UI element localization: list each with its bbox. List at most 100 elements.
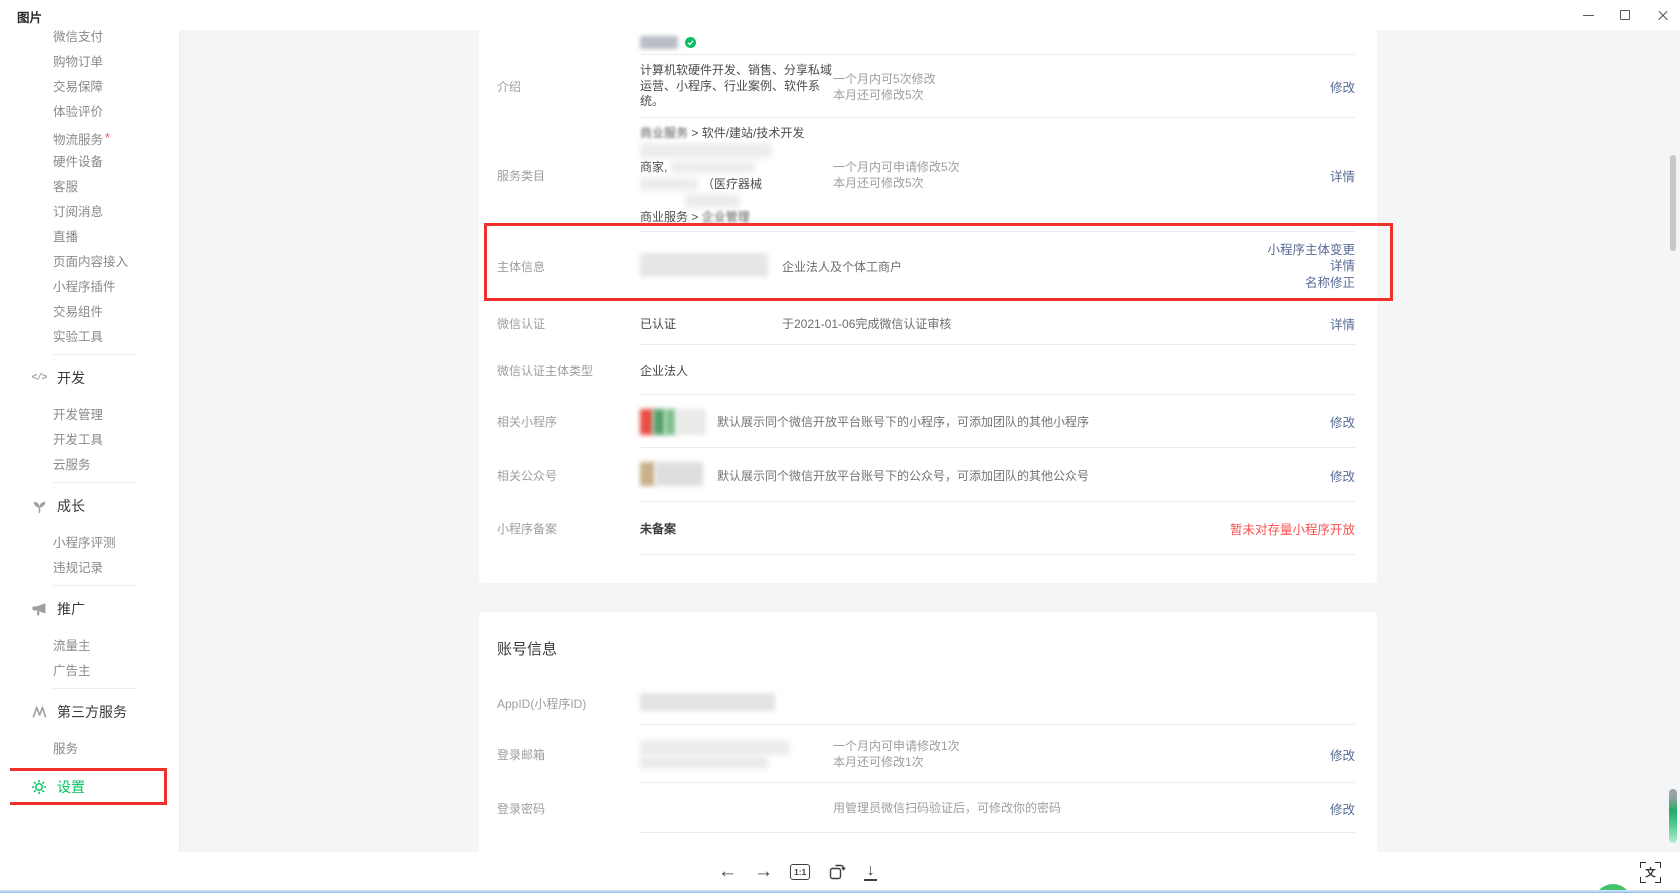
scrollbar-thumb[interactable] [1670, 155, 1676, 251]
image-viewer-window: 图片 微信支付购物订单交易保障体验评价物流服务*硬件设备客服订阅消息直播页面内容… [0, 0, 1680, 893]
sidebar-item-广告主[interactable]: 广告主 [10, 659, 179, 684]
sidebar-item-服务[interactable]: 服务 [10, 737, 179, 762]
category-blur-1 [640, 143, 772, 158]
verify-detail-link[interactable]: 详情 [1330, 314, 1355, 333]
sidebar-item-推广[interactable]: 推广 [10, 594, 179, 624]
sidebar-item-微信支付[interactable]: 微信支付 [10, 30, 179, 50]
sidebar-item-开发[interactable]: </> 开发 [10, 363, 179, 393]
sidebar-item-label: 云服务 [53, 458, 91, 472]
related-official-row: 相关公众号 默认展示同个微信开放平台账号下的公众号，可添加团队的其他公众号 修改 [479, 448, 1377, 502]
login-email-row: 登录邮箱 一个月内可申请修改1次 本月还可修改1次 修改 [479, 725, 1377, 783]
sidebar-section-label: 推广 [57, 599, 85, 619]
category-detail-link[interactable]: 详情 [1330, 166, 1355, 185]
sprout-icon [31, 498, 47, 514]
filing-warn-link[interactable]: 暂未对存量小程序开放 [1230, 519, 1355, 538]
password-desc: 用管理员微信扫码验证后，可修改你的密码 [833, 800, 1061, 816]
intro-modify-link[interactable]: 修改 [1330, 77, 1355, 96]
settings-card: 介绍 计算机软硬件开发、销售、分享私域 运营、小程序、行业案例、软件系 统。 一… [479, 30, 1377, 583]
extract-text-icon[interactable]: 文 [1640, 862, 1661, 883]
sidebar-item-硬件设备[interactable]: 硬件设备 [10, 150, 179, 175]
filing-status: 未备案 [640, 520, 833, 537]
sidebar-item-设置[interactable]: 设置 [10, 768, 167, 805]
rotate-button[interactable] [827, 862, 847, 882]
sidebar-item-小程序评测[interactable]: 小程序评测 [10, 531, 179, 556]
sidebar-item-label: 广告主 [53, 664, 91, 678]
service-category-row: 服务类目 商业服务 > 软件/建站/技术开发 商家, （医疗器械 商业服务 > … [479, 118, 1377, 232]
intro-value: 计算机软硬件开发、销售、分享私域 运营、小程序、行业案例、软件系 统。 [640, 63, 833, 110]
close-button[interactable] [1656, 8, 1670, 22]
sidebar-item-体验评价[interactable]: 体验评价 [10, 100, 179, 125]
sidebar-item-label: 实验工具 [53, 330, 103, 344]
sidebar-divider [53, 688, 137, 689]
sidebar-item-直播[interactable]: 直播 [10, 225, 179, 250]
login-password-row: 登录密码 用管理员微信扫码验证后，可修改你的密码 修改 [479, 783, 1377, 833]
sidebar-item-订阅消息[interactable]: 订阅消息 [10, 200, 179, 225]
sidebar-item-交易组件[interactable]: 交易组件 [10, 300, 179, 325]
sidebar-item-开发管理[interactable]: 开发管理 [10, 403, 179, 428]
sidebar-item-小程序插件[interactable]: 小程序插件 [10, 275, 179, 300]
sidebar-item-label: 流量主 [53, 639, 91, 653]
next-image-button[interactable]: → [754, 862, 773, 882]
minimize-button[interactable] [1582, 8, 1596, 22]
console-sidebar: 微信支付购物订单交易保障体验评价物流服务*硬件设备客服订阅消息直播页面内容接入小… [10, 30, 180, 852]
sidebar-item-label: 硬件设备 [53, 155, 103, 169]
password-modify-link[interactable]: 修改 [1330, 799, 1355, 818]
scrollbar-green-indicator[interactable] [1669, 789, 1677, 843]
sidebar-item-label: 交易保障 [53, 80, 103, 94]
previous-image-button[interactable]: ← [718, 862, 737, 882]
subject-detail-link[interactable]: 详情 [1267, 258, 1355, 275]
sidebar-item-客服[interactable]: 客服 [10, 175, 179, 200]
sidebar-item-流量主[interactable]: 流量主 [10, 634, 179, 659]
verify-type-row: 微信认证主体类型 企业法人 [479, 345, 1377, 395]
sidebar-item-购物订单[interactable]: 购物订单 [10, 50, 179, 75]
sidebar-item-交易保障[interactable]: 交易保障 [10, 75, 179, 100]
sidebar-item-label: 微信支付 [53, 30, 103, 44]
subject-change-link[interactable]: 小程序主体变更 [1267, 242, 1355, 259]
sidebar-item-label: 小程序插件 [53, 280, 116, 294]
intro-label: 介绍 [497, 78, 640, 95]
sidebar-section-label: 开发 [57, 368, 85, 388]
account-name-row [479, 30, 1377, 55]
sidebar-item-违规记录[interactable]: 违规记录 [10, 556, 179, 581]
email-modify-link[interactable]: 修改 [1330, 745, 1355, 764]
subject-info-row: 主体信息 企业法人及个体工商户 小程序主体变更 详情 名称修正 [479, 232, 1377, 301]
rotate-icon [827, 862, 847, 882]
window-controls [1582, 0, 1670, 30]
account-card: 账号信息 AppID(小程序ID) 登录邮箱 一个月内可申请修改1次 本月还可修… [479, 612, 1377, 852]
sidebar-item-页面内容接入[interactable]: 页面内容接入 [10, 250, 179, 275]
intro-note: 一个月内可5次修改 本月还可修改5次 [833, 71, 936, 103]
subject-label: 主体信息 [497, 258, 640, 275]
wechat-verify-row: 微信认证 已认证 于2021-01-06完成微信认证审核 详情 [479, 301, 1377, 345]
actual-size-button[interactable]: 1:1 [790, 864, 810, 880]
sidebar-divider [53, 482, 137, 483]
sidebar-item-实验工具[interactable]: 实验工具 [10, 325, 179, 350]
megaphone-icon [31, 601, 47, 617]
related-mp-logo-blurred [640, 409, 717, 435]
sidebar-item-开发工具[interactable]: 开发工具 [10, 428, 179, 453]
sidebar-section-label: 第三方服务 [57, 702, 127, 722]
category-value: 商业服务 > 软件/建站/技术开发 商家, （医疗器械 商业服务 > 企业管理 [640, 125, 833, 226]
sidebar-item-物流服务[interactable]: 物流服务* [10, 125, 179, 150]
sidebar-item-云服务[interactable]: 云服务 [10, 453, 179, 478]
category-label: 服务类目 [497, 167, 640, 184]
viewer-toolbar: ← → 1:1 ↓ [718, 856, 877, 888]
code-icon: </> [31, 370, 47, 386]
related-mp-modify-link[interactable]: 修改 [1330, 412, 1355, 431]
related-oa-desc: 默认展示同个微信开放平台账号下的公众号，可添加团队的其他公众号 [717, 467, 1089, 484]
subject-name-fix-link[interactable]: 名称修正 [1267, 275, 1355, 292]
verify-type-label: 微信认证主体类型 [497, 362, 640, 379]
sidebar-item-第三方服务[interactable]: 第三方服务 [10, 697, 179, 727]
password-label: 登录密码 [497, 800, 640, 817]
sidebar-item-label: 页面内容接入 [53, 255, 128, 269]
appid-label: AppID(小程序ID) [497, 695, 640, 712]
filing-label: 小程序备案 [497, 520, 640, 537]
sidebar-section-label: 成长 [57, 496, 85, 516]
gear-icon [31, 779, 47, 795]
sidebar-item-成长[interactable]: 成长 [10, 491, 179, 521]
email-note: 一个月内可申请修改1次 本月还可修改1次 [833, 738, 960, 770]
maximize-button[interactable] [1619, 8, 1633, 22]
sidebar-divider [53, 585, 137, 586]
related-miniprogram-row: 相关小程序 默认展示同个微信开放平台账号下的小程序，可添加团队的其他小程序 修改 [479, 395, 1377, 448]
download-button[interactable]: ↓ [864, 863, 877, 881]
related-oa-modify-link[interactable]: 修改 [1330, 466, 1355, 485]
